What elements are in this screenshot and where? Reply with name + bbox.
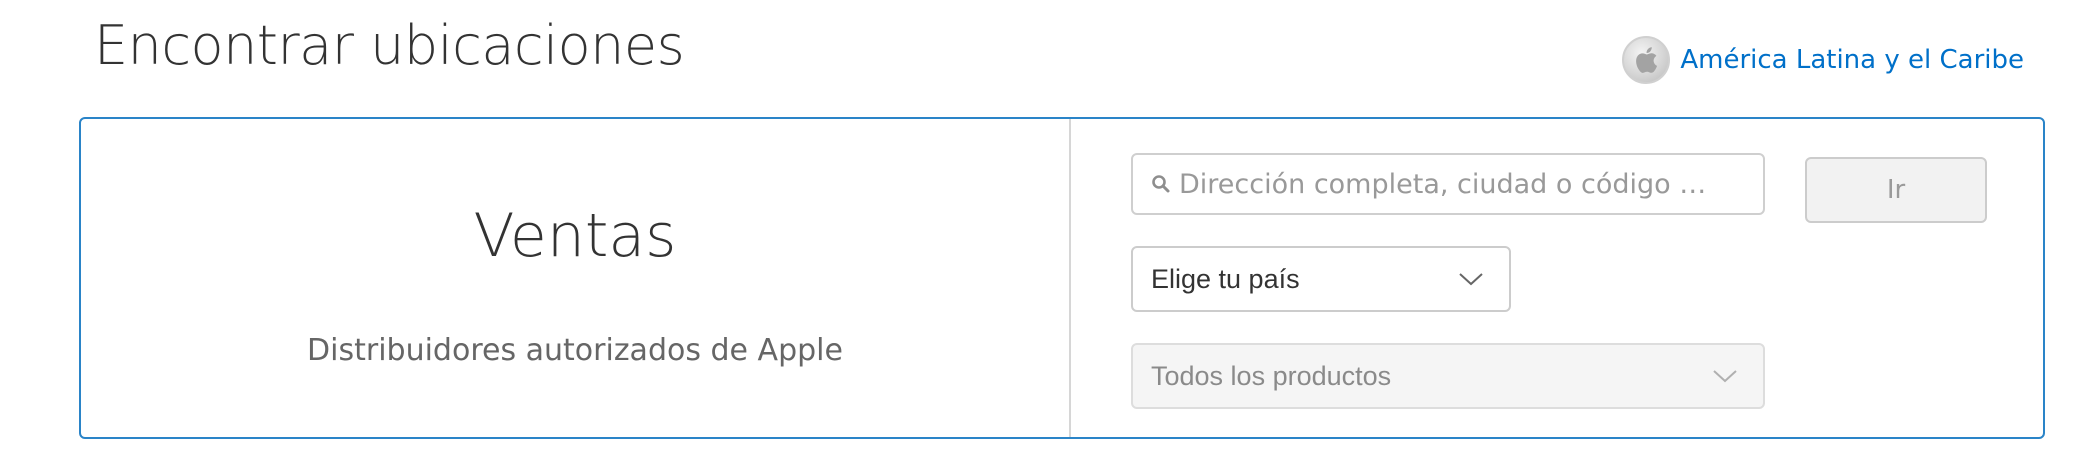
products-select-value: Todos los productos — [1151, 360, 1392, 391]
region-selector-link[interactable]: América Latina y el Caribe — [1622, 36, 2024, 84]
products-select[interactable]: Todos los productos — [1131, 343, 1765, 409]
page: Encontrar ubicaciones América Latina y e… — [0, 0, 2086, 462]
search-icon — [1149, 172, 1173, 196]
category-subtitle: Distribuidores autorizados de Apple — [307, 333, 843, 368]
country-select[interactable]: Elige tu país — [1131, 246, 1511, 312]
country-select-value: Elige tu país — [1151, 263, 1300, 294]
go-button[interactable]: Ir — [1805, 157, 1987, 223]
region-label: América Latina y el Caribe — [1680, 45, 2024, 75]
search-form: Ir Elige tu país Todos los productos — [1071, 119, 2043, 437]
page-title: Encontrar ubicaciones — [94, 14, 685, 77]
search-input[interactable] — [1179, 168, 1739, 200]
search-field[interactable] — [1131, 153, 1765, 215]
apple-globe-icon — [1622, 36, 1671, 84]
chevron-down-icon — [1711, 367, 1739, 385]
apple-logo-icon — [1636, 47, 1658, 73]
locator-panel: Ventas Distribuidores autorizados de App… — [79, 117, 2045, 439]
chevron-down-icon — [1457, 270, 1485, 288]
category-title: Ventas — [473, 201, 677, 271]
category-summary: Ventas Distribuidores autorizados de App… — [81, 119, 1071, 437]
